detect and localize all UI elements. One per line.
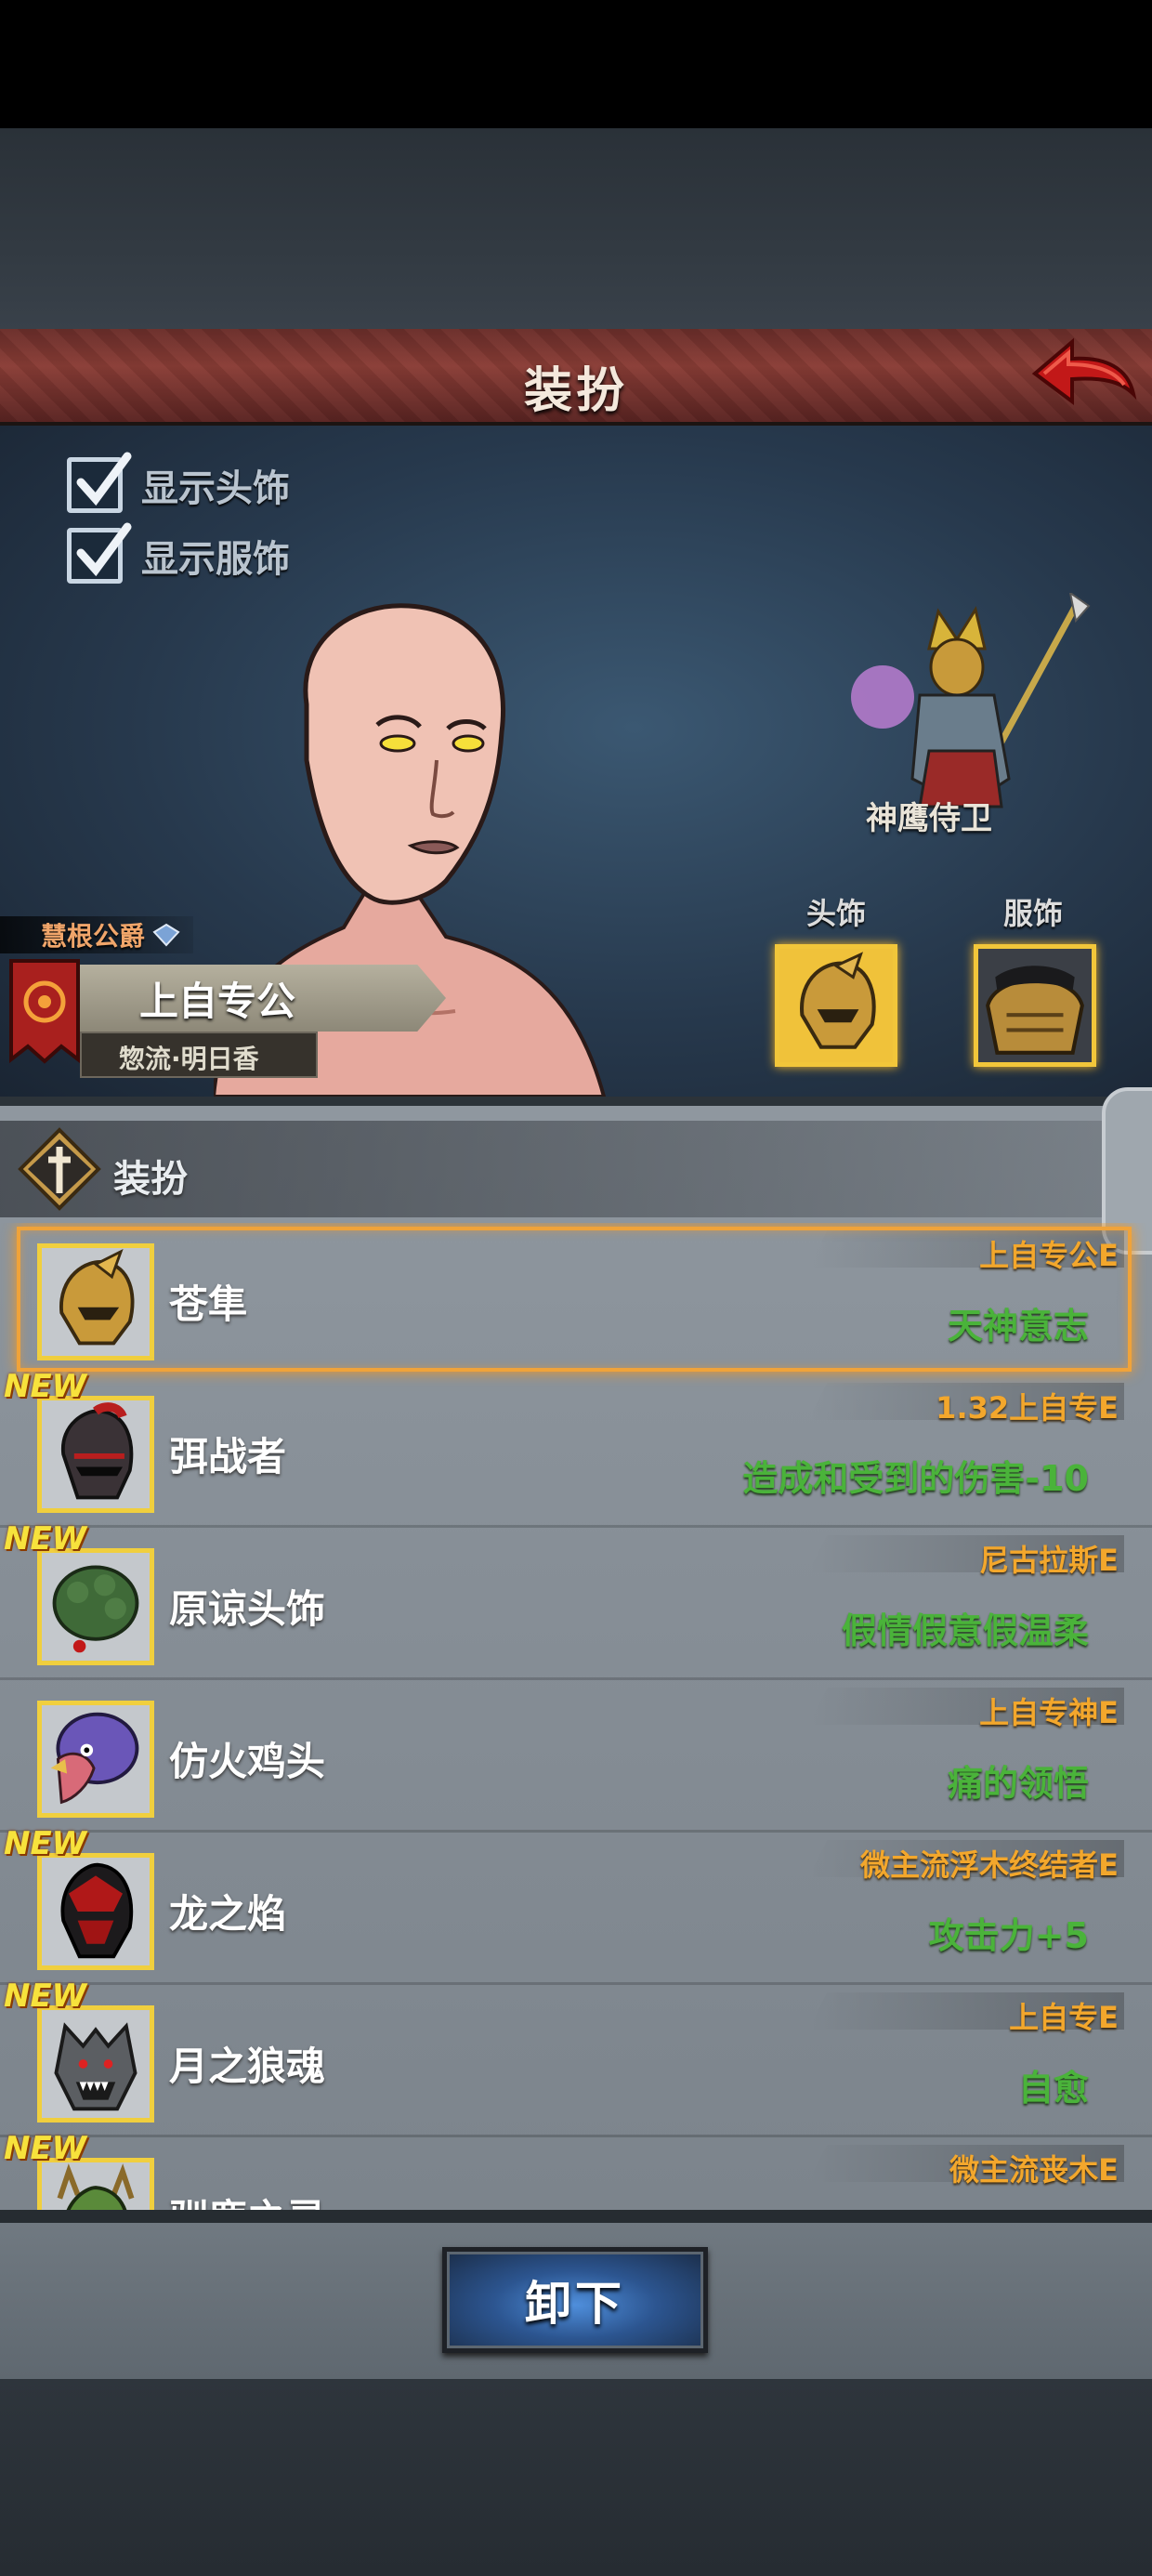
npc-guard-figure bbox=[851, 593, 1091, 808]
character-subtitle: 惣流·明日香 bbox=[119, 1044, 259, 1074]
page-title: 装扮 bbox=[523, 363, 628, 419]
list-item[interactable]: 原谅头饰 尼古拉斯E 假情假意假温柔 NEW bbox=[0, 1520, 1152, 1680]
status-bar-area bbox=[0, 0, 1152, 128]
item-effect: 攻击力+5 bbox=[928, 1915, 1089, 1956]
list-item[interactable]: 弭战者 1.32上自专E 造成和受到的伤害-10 NEW bbox=[0, 1368, 1152, 1528]
outfit-list: 苍隼 上自专公E 天神意志 弭战者 1.32上自专E 造成和受到的伤害-10 N… bbox=[0, 1223, 1152, 2210]
checkbox[interactable] bbox=[67, 452, 132, 513]
red-dragon-helmet-icon bbox=[37, 1853, 154, 1970]
dagger-emblem-icon bbox=[18, 1127, 101, 1211]
new-badge: NEW bbox=[4, 1825, 87, 1862]
item-owner: 上自专E bbox=[1009, 2000, 1119, 2035]
item-effect: 假情假意假温柔 bbox=[841, 1610, 1089, 1651]
dark-knight-helmet-icon bbox=[37, 1396, 154, 1513]
checkbox[interactable] bbox=[67, 522, 132, 584]
unequip-button[interactable]: 卸下 bbox=[442, 2247, 708, 2353]
head-slot[interactable] bbox=[775, 944, 897, 1067]
new-badge: NEW bbox=[4, 1520, 87, 1557]
item-owner: 微主流丧木E bbox=[949, 2152, 1119, 2188]
item-owner: 上自专神E bbox=[979, 1695, 1119, 1730]
title-text: 慧根公爵 bbox=[41, 921, 146, 952]
list-item[interactable]: 龙之焰 微主流浮木终结者E 攻击力+5 NEW bbox=[0, 1825, 1152, 1985]
item-effect: 造成和受到的伤害-10 bbox=[742, 1458, 1089, 1499]
wolf-helmet-icon bbox=[37, 2005, 154, 2123]
item-name: 原谅头饰 bbox=[169, 1586, 326, 1632]
item-name: 仿火鸡头 bbox=[169, 1739, 326, 1784]
panel-header-label: 装扮 bbox=[113, 1158, 188, 1201]
item-effect: 痛的领悟 bbox=[947, 1763, 1089, 1804]
item-name: 龙之焰 bbox=[169, 1891, 287, 1937]
header-bar: 装扮 bbox=[0, 329, 1152, 426]
back-arrow-icon[interactable] bbox=[1031, 336, 1137, 413]
checkmark-icon bbox=[76, 522, 132, 577]
list-item[interactable]: 月之狼魂 上自专E 自愈 NEW bbox=[0, 1978, 1152, 2137]
new-badge: NEW bbox=[4, 2130, 87, 2167]
selection-highlight bbox=[17, 1227, 1132, 1372]
character-preview: 显示头饰 显示服饰 神鹰侍卫 头饰 服饰 慧根公爵 上自专公 惣流·明日香 bbox=[0, 426, 1152, 1097]
list-item[interactable]: 苍隼 上自专公E 天神意志 bbox=[0, 1223, 1152, 1375]
item-owner: 尼古拉斯E bbox=[979, 1543, 1119, 1578]
outfit-slot-label: 服饰 bbox=[1003, 896, 1064, 931]
golden-hawk-helmet-icon bbox=[779, 949, 893, 1062]
toggle-label: 显示服饰 bbox=[141, 538, 290, 581]
head-slot-label: 头饰 bbox=[806, 896, 867, 931]
guild-flag-icon bbox=[9, 959, 80, 1064]
new-badge: NEW bbox=[4, 1368, 87, 1405]
new-badge: NEW bbox=[4, 1978, 87, 2015]
toggle-show-headwear[interactable]: 显示头饰 bbox=[67, 452, 290, 513]
item-name: 弭战者 bbox=[169, 1434, 287, 1479]
toggle-label: 显示头饰 bbox=[141, 467, 290, 510]
item-owner: 微主流浮木终结者E bbox=[860, 1847, 1119, 1883]
character-name: 上自专公 bbox=[139, 979, 296, 1024]
checkmark-icon bbox=[76, 452, 132, 506]
character-title: 慧根公爵 bbox=[0, 916, 194, 953]
rank-gem-icon bbox=[152, 923, 180, 947]
toggle-show-outfit[interactable]: 显示服饰 bbox=[67, 522, 290, 584]
outfit-slot[interactable] bbox=[974, 944, 1096, 1067]
green-hat-icon bbox=[37, 1548, 154, 1665]
item-name: 驯鹿之灵 bbox=[169, 2188, 325, 2210]
list-item[interactable]: 仿火鸡头 上自专神E 痛的领悟 bbox=[0, 1680, 1152, 1833]
bottom-backdrop bbox=[0, 2379, 1152, 2576]
item-effect: 自愈 bbox=[1017, 2068, 1089, 2109]
item-name: 月之狼魂 bbox=[169, 2044, 326, 2089]
golden-armor-icon bbox=[978, 949, 1092, 1062]
list-item[interactable]: 驯鹿之灵 微主流丧木E NEW bbox=[0, 2130, 1152, 2210]
character-nameplate: 上自专公 惣流·明日香 bbox=[0, 957, 446, 1080]
npc-name: 神鹰侍卫 bbox=[866, 800, 992, 837]
item-owner: 1.32上自专E bbox=[936, 1390, 1119, 1426]
panel-bottom-edge bbox=[0, 2210, 1152, 2223]
turkey-head-icon bbox=[37, 1701, 154, 1818]
top-backdrop bbox=[0, 128, 1152, 329]
